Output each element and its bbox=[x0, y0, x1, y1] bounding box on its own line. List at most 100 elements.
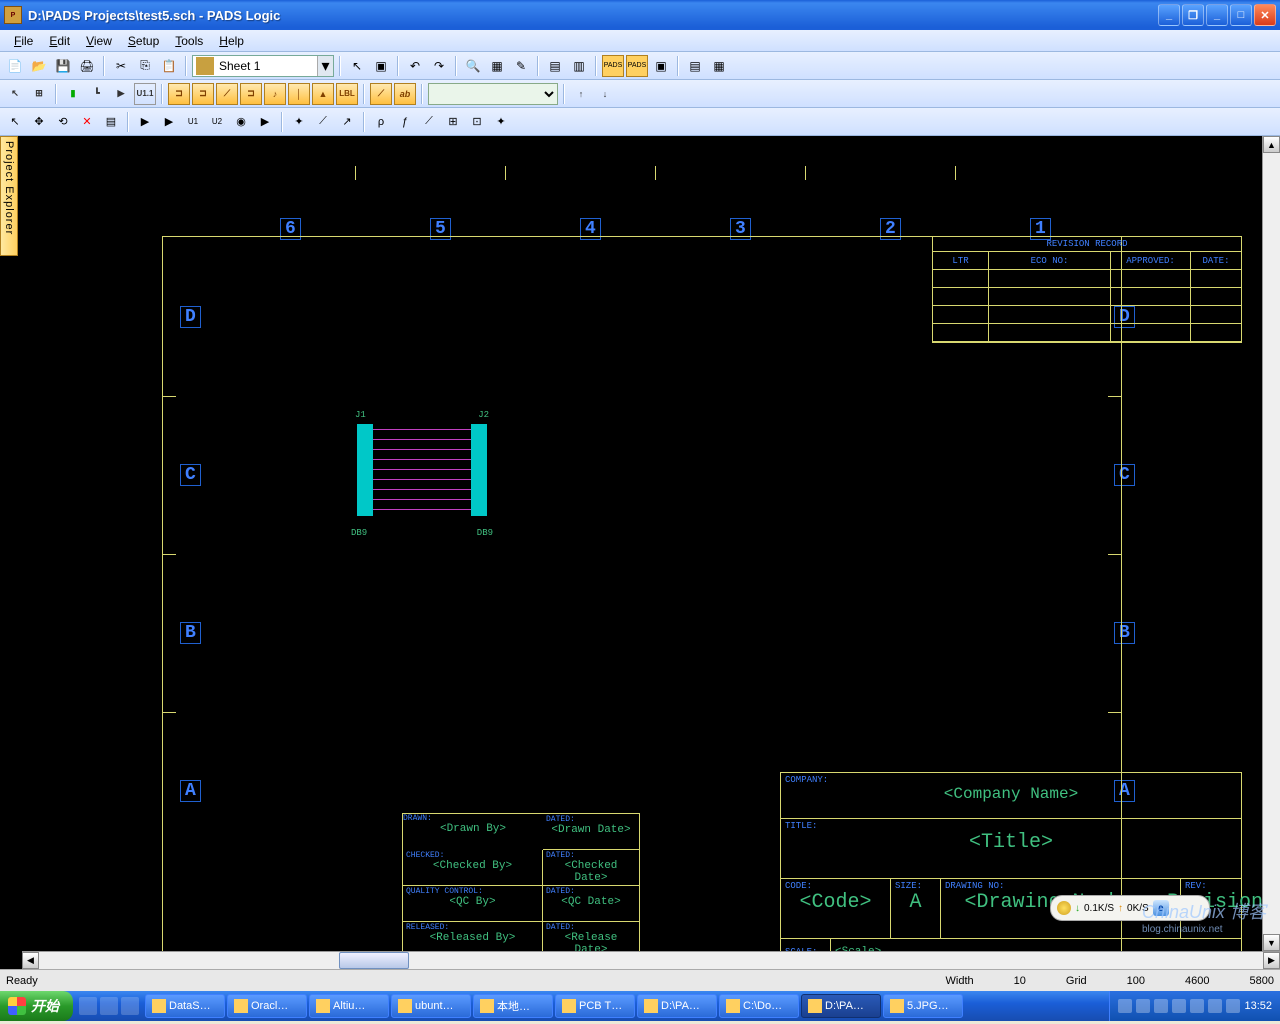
scroll-down-icon[interactable]: ▼ bbox=[1263, 934, 1280, 951]
menu-edit[interactable]: Edit bbox=[41, 32, 78, 50]
t3-m[interactable]: ⊞ bbox=[442, 111, 464, 133]
sheet-view-button[interactable]: ▦ bbox=[486, 55, 508, 77]
props-tool[interactable]: ▤ bbox=[100, 111, 122, 133]
new-button[interactable]: 📄 bbox=[4, 55, 26, 77]
tool-b-button[interactable]: ▥ bbox=[568, 55, 590, 77]
paste-button[interactable]: 📋 bbox=[158, 55, 180, 77]
t3-b[interactable]: ▶ bbox=[158, 111, 180, 133]
menu-view[interactable]: View bbox=[78, 32, 120, 50]
clock[interactable]: 13:52 bbox=[1244, 1000, 1272, 1012]
minimize2-button[interactable]: _ bbox=[1206, 4, 1228, 26]
pads-link2-button[interactable]: PADS bbox=[626, 55, 648, 77]
t3-n[interactable]: ⊡ bbox=[466, 111, 488, 133]
tool-a-button[interactable]: ▤ bbox=[544, 55, 566, 77]
sel-tool3[interactable]: ↖ bbox=[4, 111, 26, 133]
move-tool3[interactable]: ✥ bbox=[28, 111, 50, 133]
tray-icon-7[interactable] bbox=[1226, 999, 1240, 1013]
gate3-tool[interactable]: ⟋ bbox=[216, 83, 238, 105]
open-button[interactable]: 📂 bbox=[28, 55, 50, 77]
task-0[interactable]: DataS… bbox=[145, 994, 225, 1018]
tool-c-button[interactable]: ▣ bbox=[650, 55, 672, 77]
copy-button[interactable]: ⎘ bbox=[134, 55, 156, 77]
horizontal-scrollbar[interactable]: ◀ ▶ bbox=[22, 951, 1280, 969]
net-tool[interactable]: ⟋ bbox=[370, 83, 392, 105]
t3-g[interactable]: ✦ bbox=[288, 111, 310, 133]
nav-down-button[interactable]: ↓ bbox=[594, 83, 616, 105]
gate1-tool[interactable]: ⊐ bbox=[168, 83, 190, 105]
task-5[interactable]: PCB T… bbox=[555, 994, 635, 1018]
cursor-tool[interactable]: ↖ bbox=[4, 83, 26, 105]
vertical-scrollbar[interactable]: ▲ ▼ bbox=[1262, 136, 1280, 951]
print-button[interactable]: 🖨 bbox=[76, 55, 98, 77]
ref-tool[interactable]: U1.1 bbox=[134, 83, 156, 105]
tray-icon-4[interactable] bbox=[1172, 999, 1186, 1013]
tool-e-button[interactable]: ▦ bbox=[708, 55, 730, 77]
t3-i[interactable]: ↗ bbox=[336, 111, 358, 133]
task-9[interactable]: 5.JPG… bbox=[883, 994, 963, 1018]
menu-file[interactable]: FFileile bbox=[6, 32, 41, 50]
redo-button[interactable]: ↷ bbox=[428, 55, 450, 77]
task-4[interactable]: 本地… bbox=[473, 994, 553, 1018]
redraw-button[interactable]: ✎ bbox=[510, 55, 532, 77]
restore-button[interactable]: ❐ bbox=[1182, 4, 1204, 26]
t3-o[interactable]: ✦ bbox=[490, 111, 512, 133]
pads-link1-button[interactable]: PADS bbox=[602, 55, 624, 77]
part-tool[interactable]: ▮ bbox=[62, 83, 84, 105]
gate5-tool[interactable]: ♪ bbox=[264, 83, 286, 105]
group-tool[interactable]: ⊞ bbox=[28, 83, 50, 105]
undo-button[interactable]: ↶ bbox=[404, 55, 426, 77]
select-tool[interactable]: ↖ bbox=[346, 55, 368, 77]
sheet-input[interactable] bbox=[217, 57, 317, 75]
maximize-button[interactable]: □ bbox=[1230, 4, 1252, 26]
scroll-thumb[interactable] bbox=[339, 952, 409, 969]
t3-e[interactable]: ◉ bbox=[230, 111, 252, 133]
scroll-up-icon[interactable]: ▲ bbox=[1263, 136, 1280, 153]
text-tool[interactable]: ab bbox=[394, 83, 416, 105]
save-button[interactable]: 💾 bbox=[52, 55, 74, 77]
task-7[interactable]: C:\Do… bbox=[719, 994, 799, 1018]
tray-icon-6[interactable] bbox=[1208, 999, 1222, 1013]
cut-button[interactable]: ✂ bbox=[110, 55, 132, 77]
project-explorer-tab[interactable]: Project Explorer bbox=[0, 136, 18, 256]
minimize-button[interactable]: _ bbox=[1158, 4, 1180, 26]
start-button[interactable]: 开始 bbox=[0, 991, 73, 1021]
ql-1[interactable] bbox=[79, 997, 97, 1015]
bus-tool[interactable]: ▶ bbox=[110, 83, 132, 105]
ql-3[interactable] bbox=[121, 997, 139, 1015]
scroll-right-icon[interactable]: ▶ bbox=[1263, 952, 1280, 969]
task-3[interactable]: ubunt… bbox=[391, 994, 471, 1018]
gate7-tool[interactable]: ▲ bbox=[312, 83, 334, 105]
sheet-dropdown-icon[interactable]: ▾ bbox=[317, 56, 333, 76]
move-tool[interactable]: ▣ bbox=[370, 55, 392, 77]
task-1[interactable]: Oracl… bbox=[227, 994, 307, 1018]
lbl-tool[interactable]: LBL bbox=[336, 83, 358, 105]
zoom-button[interactable]: 🔍 bbox=[462, 55, 484, 77]
t3-h[interactable]: ⟋ bbox=[312, 111, 334, 133]
tray-icon-2[interactable] bbox=[1136, 999, 1150, 1013]
nav-up-button[interactable]: ↑ bbox=[570, 83, 592, 105]
task-8[interactable]: D:\PA… bbox=[801, 994, 881, 1018]
gate2-tool[interactable]: ⊐ bbox=[192, 83, 214, 105]
t3-d[interactable]: U2 bbox=[206, 111, 228, 133]
task-6[interactable]: D:\PA… bbox=[637, 994, 717, 1018]
tray-icon-1[interactable] bbox=[1118, 999, 1132, 1013]
scroll-left-icon[interactable]: ◀ bbox=[22, 952, 39, 969]
tray-icon-5[interactable] bbox=[1190, 999, 1204, 1013]
filter-select[interactable] bbox=[428, 83, 558, 105]
tray-icon-3[interactable] bbox=[1154, 999, 1168, 1013]
tool-d-button[interactable]: ▤ bbox=[684, 55, 706, 77]
t3-a[interactable]: ▶ bbox=[134, 111, 156, 133]
close-button[interactable]: ✕ bbox=[1254, 4, 1276, 26]
gate6-tool[interactable]: │ bbox=[288, 83, 310, 105]
delete-tool[interactable]: ✕ bbox=[76, 111, 98, 133]
ql-2[interactable] bbox=[100, 997, 118, 1015]
schematic-canvas[interactable]: 6 5 4 3 2 1 D C B A D C B A bbox=[22, 136, 1280, 951]
task-2[interactable]: Altiu… bbox=[309, 994, 389, 1018]
rotate-tool[interactable]: ⟲ bbox=[52, 111, 74, 133]
component-j1-j2[interactable]: J1 J2 DB9 DB9 bbox=[357, 414, 487, 526]
sheet-selector[interactable]: ▾ bbox=[192, 55, 334, 77]
menu-help[interactable]: Help bbox=[211, 32, 252, 50]
t3-l[interactable]: ⟋ bbox=[418, 111, 440, 133]
menu-tools[interactable]: Tools bbox=[167, 32, 211, 50]
menu-setup[interactable]: Setup bbox=[120, 32, 167, 50]
